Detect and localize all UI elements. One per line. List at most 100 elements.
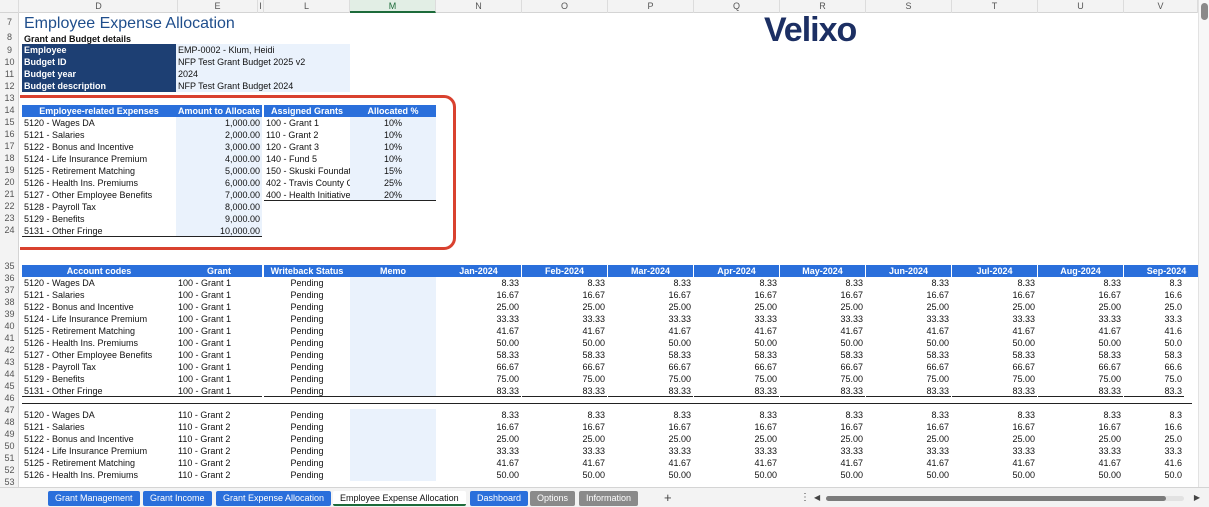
month-value[interactable]: 83.3	[1124, 385, 1184, 397]
column-header-e[interactable]: E	[178, 0, 258, 13]
month-value[interactable]: 50.00	[522, 337, 607, 349]
account-code[interactable]: 5121 - Salaries	[22, 421, 176, 433]
row-header[interactable]: 24	[0, 224, 18, 236]
month-value[interactable]: 33.33	[866, 313, 951, 325]
expense-name[interactable]: 5124 - Life Insurance Premium	[22, 153, 176, 165]
column-header-p[interactable]: P	[608, 0, 694, 13]
month-value[interactable]: 25.00	[1038, 433, 1123, 445]
writeback-status[interactable]: Pending	[264, 445, 350, 457]
info-value[interactable]: NFP Test Grant Budget 2025 v2	[176, 56, 350, 68]
writeback-status[interactable]: Pending	[264, 433, 350, 445]
month-value[interactable]: 41.67	[436, 457, 521, 469]
memo-cell[interactable]	[350, 409, 436, 421]
month-value[interactable]: 41.67	[694, 325, 779, 337]
writeback-status[interactable]: Pending	[264, 301, 350, 313]
more-options-icon[interactable]: ⋮	[800, 492, 810, 503]
memo-cell[interactable]	[350, 385, 436, 397]
writeback-status[interactable]: Pending	[264, 361, 350, 373]
row-header[interactable]: 50	[0, 440, 18, 452]
row-header[interactable]: 21	[0, 188, 18, 200]
month-value[interactable]: 33.33	[608, 445, 693, 457]
row-header[interactable]: 40	[0, 320, 18, 332]
month-value[interactable]: 41.67	[780, 325, 865, 337]
month-value[interactable]: 25.00	[694, 301, 779, 313]
row-header[interactable]: 17	[0, 140, 18, 152]
month-value[interactable]: 66.6	[1124, 361, 1184, 373]
memo-cell[interactable]	[350, 325, 436, 337]
month-value[interactable]: 50.00	[866, 337, 951, 349]
month-value[interactable]: 41.67	[1038, 325, 1123, 337]
grant-code[interactable]: 100 - Grant 1	[176, 325, 262, 337]
month-value[interactable]: 41.67	[522, 457, 607, 469]
row-header[interactable]: 36	[0, 272, 18, 284]
month-value[interactable]: 75.00	[522, 373, 607, 385]
month-value[interactable]: 50.00	[436, 469, 521, 481]
month-value[interactable]: 16.67	[866, 289, 951, 301]
month-value[interactable]: 16.6	[1124, 421, 1184, 433]
month-value[interactable]: 50.00	[522, 469, 607, 481]
month-value[interactable]: 8.33	[608, 277, 693, 289]
memo-cell[interactable]	[350, 349, 436, 361]
month-value[interactable]: 75.00	[436, 373, 521, 385]
month-value[interactable]: 58.33	[1038, 349, 1123, 361]
month-value[interactable]: 8.33	[1038, 277, 1123, 289]
column-header-q[interactable]: Q	[694, 0, 780, 13]
month-value[interactable]: 25.00	[866, 433, 951, 445]
month-value[interactable]: 58.33	[694, 349, 779, 361]
row-header[interactable]: 22	[0, 200, 18, 212]
account-code[interactable]: 5131 - Other Fringe	[22, 385, 176, 397]
grant-code[interactable]: 100 - Grant 1	[176, 385, 262, 397]
month-value[interactable]: 83.33	[952, 385, 1037, 397]
memo-cell[interactable]	[350, 445, 436, 457]
month-value[interactable]: 25.00	[608, 301, 693, 313]
month-value[interactable]: 66.67	[866, 361, 951, 373]
writeback-status[interactable]: Pending	[264, 409, 350, 421]
amount-to-allocate[interactable]: 8,000.00	[176, 201, 262, 213]
vertical-scrollbar[interactable]	[1198, 0, 1209, 487]
expense-name[interactable]: 5126 - Health Ins. Premiums	[22, 177, 176, 189]
month-value[interactable]: 25.0	[1124, 301, 1184, 313]
allocated-percent[interactable]: 10%	[350, 117, 436, 129]
grant-code[interactable]: 110 - Grant 2	[176, 469, 262, 481]
allocated-percent[interactable]: 15%	[350, 165, 436, 177]
month-value[interactable]: 50.00	[952, 469, 1037, 481]
month-value[interactable]: 41.67	[1038, 457, 1123, 469]
grant-code[interactable]: 100 - Grant 1	[176, 289, 262, 301]
month-value[interactable]: 41.67	[952, 457, 1037, 469]
grant-code[interactable]: 110 - Grant 2	[176, 445, 262, 457]
month-value[interactable]: 50.0	[1124, 469, 1184, 481]
writeback-status[interactable]: Pending	[264, 313, 350, 325]
row-header[interactable]: 12	[0, 80, 18, 92]
memo-cell[interactable]	[350, 337, 436, 349]
month-value[interactable]: 8.33	[436, 409, 521, 421]
amount-to-allocate[interactable]: 3,000.00	[176, 141, 262, 153]
grant-code[interactable]: 100 - Grant 1	[176, 337, 262, 349]
month-value[interactable]: 50.00	[1038, 337, 1123, 349]
month-value[interactable]: 41.67	[952, 325, 1037, 337]
row-header[interactable]: 38	[0, 296, 18, 308]
month-value[interactable]: 41.67	[608, 457, 693, 469]
month-value[interactable]: 50.00	[436, 337, 521, 349]
month-value[interactable]: 16.67	[780, 421, 865, 433]
month-value[interactable]: 41.67	[608, 325, 693, 337]
month-value[interactable]: 33.33	[436, 313, 521, 325]
column-header-u[interactable]: U	[1038, 0, 1124, 13]
month-value[interactable]: 25.00	[694, 433, 779, 445]
month-value[interactable]: 8.33	[952, 409, 1037, 421]
row-header[interactable]: 45	[0, 380, 18, 392]
assigned-grant[interactable]: 120 - Grant 3	[264, 141, 350, 153]
month-value[interactable]: 8.33	[1038, 409, 1123, 421]
sheet-tab[interactable]: Grant Income	[143, 491, 212, 506]
month-value[interactable]: 25.00	[436, 301, 521, 313]
amount-to-allocate[interactable]: 7,000.00	[176, 189, 262, 201]
assigned-grant[interactable]: 400 - Health Initiative	[264, 189, 350, 201]
month-value[interactable]: 16.67	[952, 421, 1037, 433]
month-value[interactable]: 16.6	[1124, 289, 1184, 301]
column-header-d[interactable]: D	[20, 0, 178, 13]
month-value[interactable]: 66.67	[780, 361, 865, 373]
row-header[interactable]: 9	[0, 44, 18, 56]
month-value[interactable]: 8.33	[952, 277, 1037, 289]
expense-name[interactable]: 5120 - Wages DA	[22, 117, 176, 129]
month-value[interactable]: 25.00	[522, 301, 607, 313]
expense-name[interactable]: 5128 - Payroll Tax	[22, 201, 176, 213]
